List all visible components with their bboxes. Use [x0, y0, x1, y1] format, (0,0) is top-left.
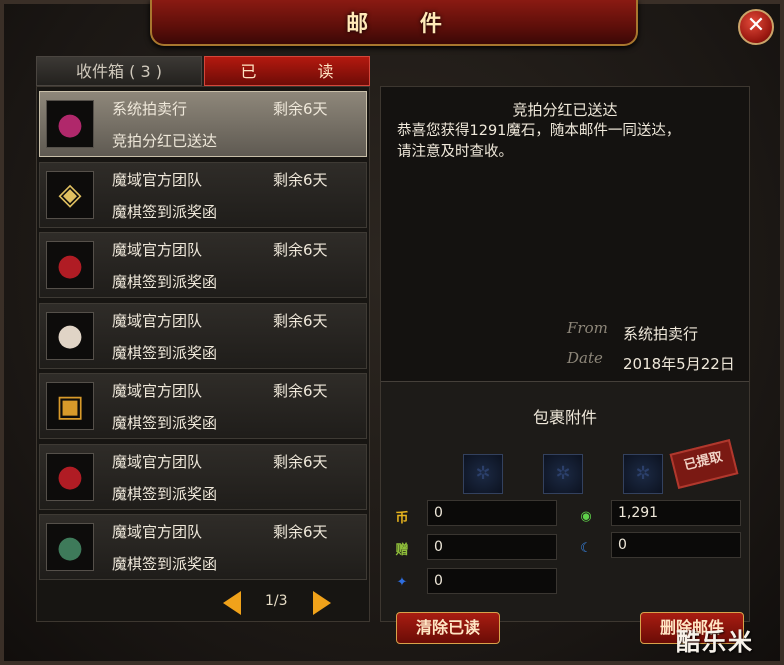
mail-body: 恭喜您获得1291魔石，随本邮件一同送达， 请注意及时查收。: [397, 123, 681, 160]
mail-sender: 魔域官方团队: [112, 523, 203, 541]
attachment-slot[interactable]: [543, 454, 583, 494]
prev-page-arrow-icon[interactable]: [223, 591, 241, 615]
gold-coin-icon: 币: [395, 510, 409, 526]
currency-amount-field: 1,291: [611, 500, 741, 526]
green-magic-stone-icon: ◉: [580, 508, 592, 524]
mail-item[interactable]: ● 魔域官方团队 剩余6天魔棋签到派奖函: [39, 302, 367, 369]
mail-subject: 魔棋签到派奖函: [112, 343, 218, 362]
mail-subject: 竞拍分红已送达: [112, 132, 218, 150]
tab-inbox[interactable]: 收件箱 ( 3 ): [36, 56, 202, 86]
pager: 1/3: [217, 591, 337, 615]
mail-sender: 魔域官方团队: [112, 311, 203, 330]
mail-days-left: 剩余6天: [273, 170, 328, 189]
currency-amount-field: 0: [427, 534, 557, 560]
mail-sender: 魔域官方团队: [112, 170, 203, 189]
mail-item[interactable]: ● 魔域官方团队 剩余6天魔棋签到派奖函: [39, 232, 367, 298]
red-bag-icon: ●: [46, 452, 94, 501]
mail-item[interactable]: ▣ 魔域官方团队 剩余6天魔棋签到派奖函: [39, 373, 367, 439]
white-bag-icon: ●: [46, 311, 94, 360]
gold-coin-icon: ◈: [46, 170, 94, 219]
next-page-arrow-icon[interactable]: [313, 591, 331, 615]
mail-title: 竞拍分红已送达: [512, 101, 618, 119]
mail-days-left: 剩余6天: [273, 523, 328, 541]
site-watermark: 酷乐米: [676, 628, 754, 656]
treasure-chest-icon: ▣: [46, 382, 94, 430]
close-icon[interactable]: ✕: [738, 9, 774, 45]
blue-moon-icon: ☾: [580, 540, 592, 556]
currency-amount-field: 0: [427, 568, 557, 594]
from-value: 系统拍卖行: [623, 325, 699, 343]
mail-days-left: 剩余6天: [273, 100, 328, 118]
window-title: 邮 件: [346, 11, 464, 37]
currency-amount-field: 0: [611, 532, 741, 558]
attachments-title: 包裹附件: [532, 408, 597, 427]
page-indicator: 1/3: [265, 593, 288, 609]
mail-days-left: 剩余6天: [273, 452, 328, 471]
mail-item[interactable]: ● 系统拍卖行 剩余6天竞拍分红已送达: [39, 91, 367, 157]
attachments-panel: 包裹附件 已提取 币 0 ◉ 1,291 赠 0 ☾ 0 ✦ 0: [381, 381, 749, 621]
mail-days-left: 剩余6天: [273, 382, 328, 400]
mail-sender: 魔域官方团队: [112, 241, 203, 259]
clear-read-button[interactable]: 清除已读: [396, 612, 500, 644]
mail-item[interactable]: ● 魔域官方团队 剩余6天魔棋签到派奖函: [39, 514, 367, 580]
attachment-slot[interactable]: [463, 454, 503, 494]
currency-amount-field: 0: [427, 500, 557, 526]
attachment-slot[interactable]: [623, 454, 663, 494]
mail-subject: 魔棋签到派奖函: [112, 484, 218, 503]
mail-subject: 魔棋签到派奖函: [112, 555, 218, 573]
mail-sender: 系统拍卖行: [112, 100, 188, 118]
mail-sender: 魔域官方团队: [112, 382, 203, 400]
tab-read[interactable]: 已 读: [204, 56, 370, 86]
mail-item[interactable]: ◈ 魔域官方团队 剩余6天魔棋签到派奖函: [39, 161, 367, 228]
title-bar: 邮 件: [150, 0, 638, 46]
mail-item[interactable]: ● 魔域官方团队 剩余6天魔棋签到派奖函: [39, 443, 367, 510]
mail-list: ● 系统拍卖行 剩余6天 竞拍分红已送达 ◈ 魔域官方团队 剩余6天 魔棋签到派奖函 ● 魔域官方…: [36, 86, 370, 622]
date-label: Date: [567, 349, 603, 367]
mail-subject: 魔棋签到派奖函: [112, 414, 218, 432]
blue-crystal-icon: ✦: [396, 574, 408, 590]
mail-content: 竞拍分红已送达 恭喜您获得1291魔石，随本邮件一同送达， 请注意及时查收。 F…: [380, 86, 750, 622]
mail-days-left: 剩余6天: [273, 241, 328, 259]
mail-days-left: 剩余6天: [273, 311, 328, 330]
mail-subject: 魔棋签到派奖函: [112, 202, 218, 221]
mail-sender: 魔域官方团队: [112, 452, 203, 471]
purple-bag-icon: ●: [46, 100, 94, 148]
mail-subject: 魔棋签到派奖函: [112, 273, 218, 291]
claimed-stamp: 已提取: [669, 439, 739, 489]
bonus-coupon-icon: 赠: [395, 542, 409, 558]
gem-pouch-icon: ●: [46, 523, 94, 571]
red-bag-icon: ●: [46, 241, 94, 289]
date-value: 2018年5月22日: [623, 355, 735, 373]
from-label: From: [567, 319, 608, 337]
